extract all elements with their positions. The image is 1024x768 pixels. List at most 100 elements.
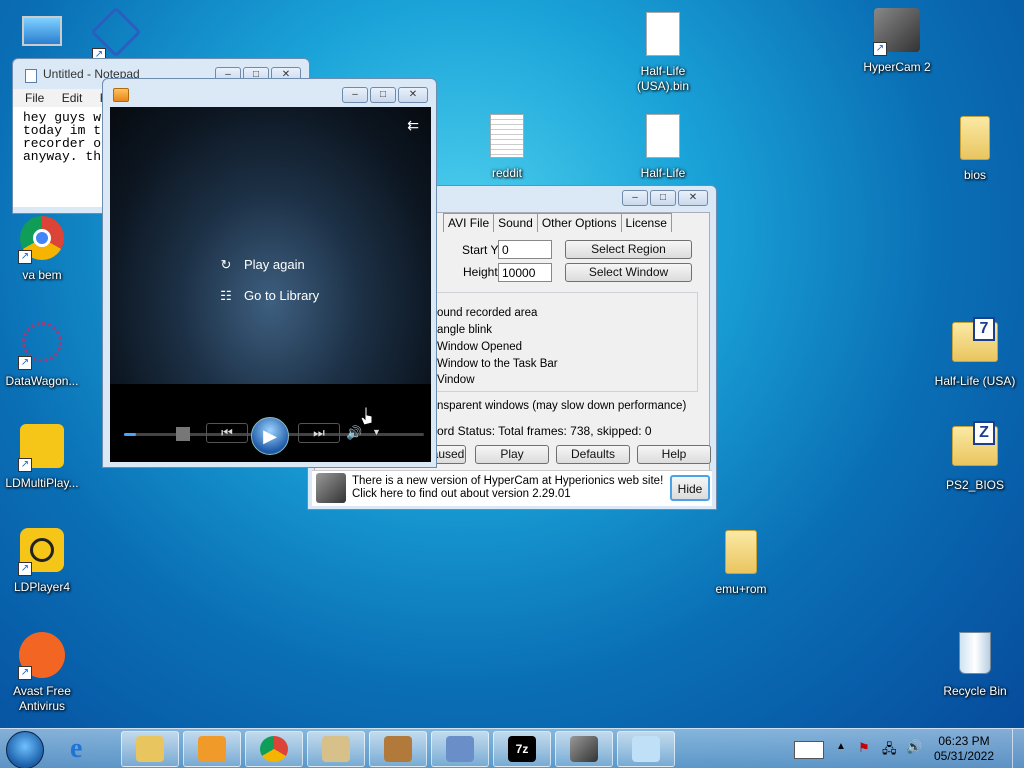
update-notice-text[interactable]: There is a new version of HyperCam at Hy…	[352, 475, 668, 501]
ldplayer-desktop-icon[interactable]: ↗ LDPlayer4	[0, 528, 84, 595]
desktop-icon-label: Half-Life (USA)	[934, 374, 1016, 388]
option-outline-area[interactable]: ound recorded area	[437, 305, 537, 322]
taskbar-explorer[interactable]	[121, 731, 179, 767]
taskbar-media-player[interactable]	[183, 731, 241, 767]
hypercam-desktop-icon[interactable]: ↗ HyperCam 2	[855, 8, 939, 75]
emurom-folder-icon	[717, 530, 765, 578]
go-to-library-link[interactable]: ☷ Go to Library	[218, 288, 319, 304]
menu-edit[interactable]: Edit	[62, 91, 83, 105]
tab-license[interactable]: License	[620, 213, 672, 232]
network-icon: ↗	[90, 6, 142, 62]
ldmultiplayer-desktop-icon[interactable]: ↗ LDMultiPlay...	[0, 424, 84, 491]
replay-icon: ↻	[220, 257, 232, 272]
bios-folder-icon	[951, 116, 999, 164]
hide-button[interactable]: Hide	[670, 475, 710, 501]
next-icon[interactable]: ⏭	[298, 423, 340, 443]
bios-desktop-icon[interactable]: bios	[933, 112, 1017, 183]
media-player-icon	[113, 88, 129, 102]
chrome-shortcut-icon: ↗	[18, 216, 66, 264]
datawagon-shortcut-icon: ↗	[18, 322, 66, 370]
reddit-desktop-icon[interactable]: reddit	[465, 114, 549, 181]
halflife-cue-desktop-icon[interactable]: Half-Life	[621, 114, 705, 181]
desktop-icon-label: Avast Free Antivirus	[13, 684, 71, 713]
library-icon: ☷	[220, 288, 232, 303]
hypercam-camera-icon	[316, 473, 346, 503]
taskbar-app-5[interactable]	[369, 731, 427, 767]
halflife-bin-desktop-icon[interactable]: Half-Life (USA).bin	[621, 12, 705, 94]
option-transparent-windows[interactable]: nsparent windows (may slow down performa…	[437, 398, 686, 415]
taskbar-hypercam[interactable]	[555, 731, 613, 767]
switch-to-library-icon[interactable]: ⇇	[407, 117, 419, 134]
start-y-input[interactable]: 0	[498, 240, 552, 259]
pen-input-icon[interactable]	[794, 741, 824, 759]
taskbar-notepad[interactable]	[617, 731, 675, 767]
desktop-icon-label: PS2_BIOS	[945, 478, 1005, 492]
show-desktop-button[interactable]	[1012, 729, 1024, 768]
play-pause-button[interactable]: ▶	[251, 417, 289, 455]
internet-explorer-icon[interactable]: e	[70, 735, 100, 763]
show-hidden-icons[interactable]: ▲	[836, 741, 846, 752]
recycle-bin-desktop-icon[interactable]: Recycle Bin	[933, 630, 1017, 699]
taskbar-paint[interactable]	[307, 731, 365, 767]
desktop-icon-label: HyperCam 2	[863, 60, 931, 74]
taskbar-clock[interactable]: 06:23 PM 05/31/2022	[928, 734, 1000, 764]
avast-desktop-icon[interactable]: ↗ Avast Free Antivirus	[0, 632, 84, 714]
desktop-icon-label: Half-Life	[640, 166, 686, 180]
reddit-file-icon	[483, 114, 531, 162]
desktop-icon-label: bios	[963, 168, 986, 182]
tab-other-options[interactable]: Other Options	[536, 213, 622, 232]
network-tray-icon[interactable]: 🖧	[882, 740, 897, 762]
ps2bios-desktop-icon[interactable]: Z PS2_BIOS	[933, 421, 1017, 493]
shortcut-arrow-icon: ↗	[18, 458, 32, 472]
volume-dropdown-icon[interactable]: ▼	[372, 427, 381, 437]
minimize-button[interactable]: –	[342, 87, 368, 103]
tab-sound[interactable]: Sound	[493, 213, 538, 232]
halflife-cue-file-icon	[639, 114, 687, 162]
taskbar-app-6[interactable]	[431, 731, 489, 767]
stop-icon[interactable]	[176, 427, 190, 441]
close-button[interactable]: ✕	[398, 87, 428, 103]
volume-tray-icon[interactable]: 🔊	[906, 739, 922, 755]
media-player-screen: ⇇ ↻ Play again ☷ Go to Library ⏮ ⏭ 🔊 ▼	[110, 107, 431, 462]
clock-date: 05/31/2022	[933, 749, 995, 763]
datawagon-desktop-icon[interactable]: ↗ DataWagon...	[0, 320, 84, 389]
action-center-icon[interactable]: ⚑	[858, 740, 870, 756]
previous-icon[interactable]: ⏮	[206, 423, 248, 443]
shortcut-arrow-icon: ↗	[18, 250, 32, 264]
media-player-window[interactable]: – □ ✕ ⇇ ↻ Play again ☷ Go to Library ⏮ ⏭ 🔊…	[102, 78, 437, 468]
shortcut-arrow-icon: ↗	[18, 666, 32, 680]
maximize-button[interactable]: □	[650, 190, 676, 206]
update-notice[interactable]: There is a new version of HyperCam at Hy…	[312, 470, 712, 506]
option-rectangle-blink[interactable]: angle blink	[437, 322, 492, 339]
computer-icon	[18, 16, 66, 64]
avast-shortcut-icon: ↗	[18, 632, 66, 680]
height-input[interactable]: 10000	[498, 263, 552, 282]
defaults-button[interactable]: Defaults	[556, 445, 630, 464]
select-region-button[interactable]: Select Region	[565, 240, 692, 259]
menu-file[interactable]: File	[25, 91, 44, 105]
emurom-desktop-icon[interactable]: emu+rom	[699, 526, 783, 597]
clock-time: 06:23 PM	[938, 734, 990, 748]
taskbar-7zip[interactable]: 7z	[493, 731, 551, 767]
volume-icon[interactable]: 🔊	[346, 425, 362, 441]
desktop-icon-label: reddit	[491, 166, 523, 180]
record-status: ord Status: Total frames: 738, skipped: …	[437, 424, 652, 438]
chrome-desktop-icon[interactable]: ↗ va bem	[0, 216, 84, 283]
shortcut-arrow-icon: ↗	[873, 42, 887, 56]
help-button[interactable]: Help	[637, 445, 711, 464]
start-button[interactable]	[6, 731, 44, 768]
close-button[interactable]: ✕	[678, 190, 708, 206]
tab-avi-file[interactable]: AVI File	[443, 213, 495, 232]
halflife-bin-file-icon	[639, 12, 687, 60]
select-window-button[interactable]: Select Window	[565, 263, 692, 282]
halflife-archive-desktop-icon[interactable]: 7 Half-Life (USA)	[933, 317, 1017, 389]
play-button[interactable]: Play	[475, 445, 549, 464]
minimize-button[interactable]: –	[622, 190, 648, 206]
maximize-button[interactable]: □	[370, 87, 396, 103]
option-window-opened[interactable]: Window Opened	[437, 339, 522, 356]
option-window-taskbar[interactable]: Window to the Task Bar	[437, 356, 558, 373]
option-window[interactable]: Vindow	[437, 372, 475, 389]
desktop-icon-label: Recycle Bin	[943, 684, 1007, 698]
taskbar-chrome[interactable]	[245, 731, 303, 767]
play-again-link[interactable]: ↻ Play again	[218, 257, 305, 273]
